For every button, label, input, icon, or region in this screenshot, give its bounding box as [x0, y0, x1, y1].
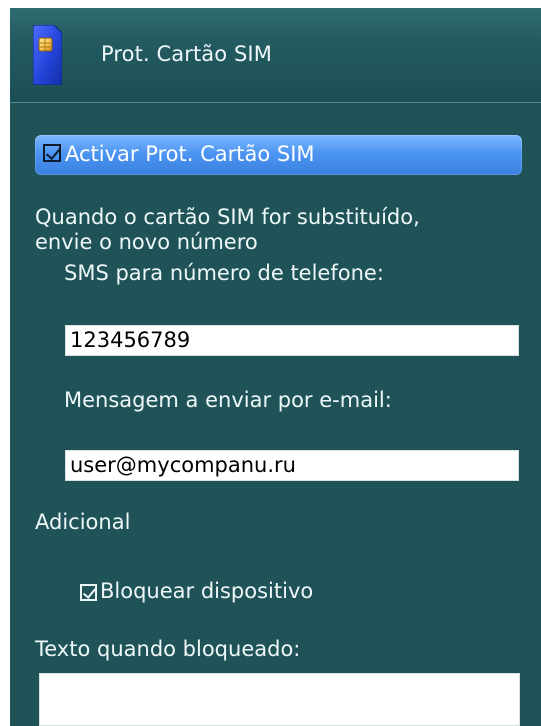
additional-section-label: Adicional	[35, 510, 131, 534]
screen-header: Prot. Cartão SIM	[10, 8, 541, 103]
enable-sim-protection-checkbox[interactable]: Activar Prot. Cartão SIM	[35, 135, 522, 175]
lock-device-label: Bloquear dispositivo	[100, 579, 314, 603]
sms-number-label: SMS para número de telefone:	[64, 261, 384, 285]
page-title: Prot. Cartão SIM	[101, 42, 272, 66]
replacement-description-line-1: Quando o cartão SIM for substituído,	[35, 205, 420, 229]
lock-text-field[interactable]	[39, 673, 520, 726]
checkbox-checked-icon[interactable]	[43, 144, 61, 162]
checkbox-checked-icon[interactable]	[80, 584, 97, 601]
email-field[interactable]: user@mycompanu.ru	[65, 450, 519, 481]
replacement-description-line-2: envie o novo número	[35, 230, 258, 254]
lock-text-label: Texto quando bloqueado:	[35, 637, 301, 661]
sim-card-icon	[33, 25, 62, 85]
enable-sim-protection-label: Activar Prot. Cartão SIM	[65, 142, 315, 166]
lock-device-checkbox[interactable]: Bloquear dispositivo	[80, 579, 370, 609]
email-message-label: Mensagem a enviar por e-mail:	[64, 388, 392, 412]
sim-protection-screen: Prot. Cartão SIM Activar Prot. Cartão SI…	[10, 8, 541, 726]
sms-number-field[interactable]: 123456789	[65, 325, 519, 356]
